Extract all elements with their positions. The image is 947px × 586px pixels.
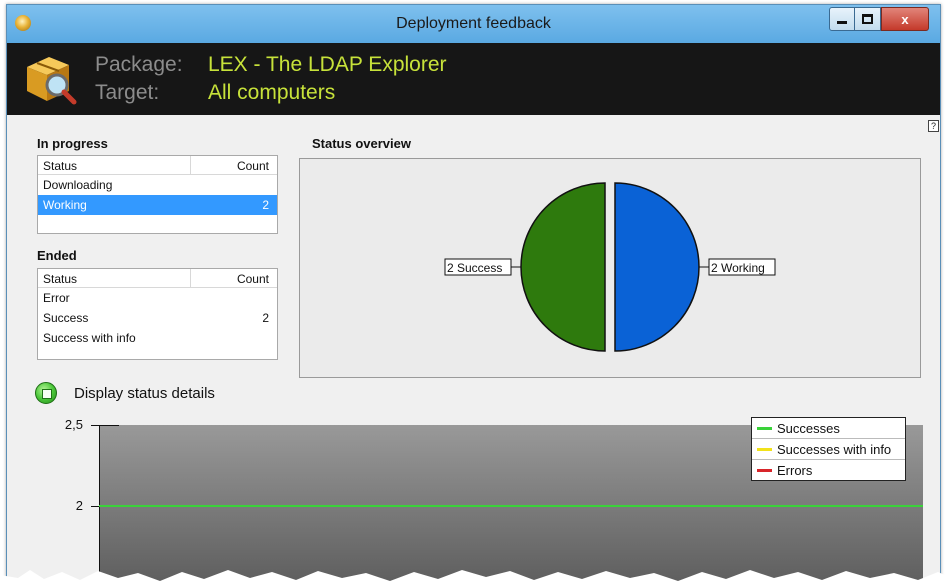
display-status-details-toggle-icon[interactable] xyxy=(35,382,57,404)
count-column-header[interactable]: Count xyxy=(237,272,269,286)
row-status: Error xyxy=(43,291,70,305)
row-status: Success with info xyxy=(43,331,136,345)
list-item[interactable]: Error xyxy=(38,288,277,308)
deployment-feedback-window: Deployment feedback x Package: LEX - The… xyxy=(6,4,941,586)
title-bar[interactable]: Deployment feedback x xyxy=(7,5,940,43)
legend-swatch xyxy=(757,469,772,472)
status-overview-title: Status overview xyxy=(312,136,411,151)
list-item[interactable]: Success with info xyxy=(38,328,277,348)
pie-slice-success xyxy=(520,182,606,352)
legend-swatch xyxy=(757,448,772,451)
list-header[interactable]: Status Count xyxy=(38,269,277,288)
status-column-header[interactable]: Status xyxy=(43,159,77,173)
package-header: Package: LEX - The LDAP Explorer Target:… xyxy=(7,43,940,115)
row-status: Downloading xyxy=(43,178,113,192)
maximize-button[interactable] xyxy=(855,7,881,31)
legend-item-successes: Successes xyxy=(752,418,905,439)
count-column-header[interactable]: Count xyxy=(237,159,269,173)
chart-legend: Successes Successes with info Errors xyxy=(751,417,906,481)
status-overview-chart: 2 Working 2 Success xyxy=(299,158,921,378)
legend-item-errors: Errors xyxy=(752,460,905,481)
in-progress-list[interactable]: Status Count Downloading Working 2 xyxy=(37,155,278,234)
package-magnifier-icon xyxy=(27,57,77,105)
package-value: LEX - The LDAP Explorer xyxy=(208,53,447,76)
column-separator[interactable] xyxy=(190,156,191,175)
column-separator[interactable] xyxy=(190,269,191,288)
in-progress-title: In progress xyxy=(37,136,108,151)
list-item[interactable]: Downloading xyxy=(38,175,277,195)
row-count: 2 xyxy=(262,311,269,325)
list-item[interactable]: Success 2 xyxy=(38,308,277,328)
window-title: Deployment feedback xyxy=(396,15,551,32)
legend-label: Successes with info xyxy=(777,442,892,457)
help-icon[interactable]: ? xyxy=(928,120,939,132)
list-header[interactable]: Status Count xyxy=(38,156,277,175)
pie-slice-label: 2 Success xyxy=(447,261,502,275)
ended-list[interactable]: Status Count Error Success 2 Success wit… xyxy=(37,268,278,360)
row-count: 2 xyxy=(262,198,269,212)
pie-slice-working xyxy=(614,182,700,352)
list-item-selected[interactable]: Working 2 xyxy=(38,195,277,215)
y-tick xyxy=(91,425,119,426)
legend-label: Errors xyxy=(777,463,813,478)
target-value: All computers xyxy=(208,81,336,104)
row-status: Success xyxy=(43,311,89,325)
status-column-header[interactable]: Status xyxy=(43,272,77,286)
minimize-icon xyxy=(837,20,847,24)
legend-swatch xyxy=(757,427,772,430)
y-tick-label: 2 xyxy=(75,498,83,513)
row-status: Working xyxy=(43,198,87,212)
close-button[interactable]: x xyxy=(881,7,929,31)
display-status-details-label[interactable]: Display status details xyxy=(74,385,215,402)
target-label: Target: xyxy=(95,81,160,104)
legend-item-successes-with-info: Successes with info xyxy=(752,439,905,460)
maximize-icon xyxy=(862,14,873,24)
y-tick-label: 2,5 xyxy=(64,417,83,432)
package-label: Package: xyxy=(95,53,183,76)
pie-chart: 2 Working 2 Success xyxy=(444,182,776,352)
close-icon: x xyxy=(901,11,909,27)
pie-slice-label: 2 Working xyxy=(711,261,765,275)
ended-title: Ended xyxy=(37,248,77,263)
legend-label: Successes xyxy=(777,421,840,436)
minimize-button[interactable] xyxy=(829,7,855,31)
successes-series-line xyxy=(99,505,923,507)
